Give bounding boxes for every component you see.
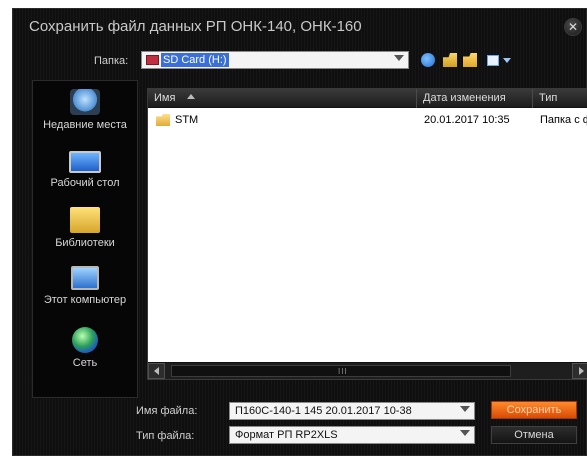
view-menu-chevron-icon[interactable]	[503, 58, 511, 63]
title-bar: Сохранить файл данных РП ОНК-140, ОНК-16…	[13, 9, 586, 43]
place-libraries-label: Библиотеки	[55, 237, 115, 249]
file-row-type: Папка с ф	[540, 114, 587, 126]
horizontal-scrollbar[interactable]: III	[148, 362, 587, 379]
close-button[interactable]: ✕	[564, 18, 582, 36]
column-header-name[interactable]: Имя	[148, 89, 417, 108]
save-button[interactable]: Сохранить	[491, 401, 577, 419]
scrollbar-grip: III	[338, 367, 348, 376]
chevron-down-icon[interactable]	[394, 55, 404, 61]
column-header-date-label: Дата изменения	[423, 92, 506, 104]
navigation-toolbar	[417, 51, 527, 69]
desktop-icon	[69, 151, 101, 173]
file-list: Имя Дата изменения Тип STM 20.01.2017 10…	[147, 88, 587, 380]
filename-input[interactable]: П160С-140-1 145 20.01.2017 10-38	[229, 402, 475, 420]
place-libraries[interactable]: Библиотеки	[33, 207, 137, 249]
folder-dropdown[interactable]: SD Card (H:)	[141, 51, 409, 69]
place-recent-label: Недавние места	[43, 119, 127, 131]
place-network[interactable]: Сеть	[33, 327, 137, 369]
computer-icon	[71, 266, 99, 290]
filetype-label: Тип файла:	[136, 430, 195, 442]
place-network-label: Сеть	[72, 357, 98, 369]
filetype-dropdown[interactable]: Формат РП RP2XLS	[229, 426, 475, 444]
file-list-header: Имя Дата изменения Тип	[148, 89, 587, 108]
back-icon[interactable]	[421, 53, 435, 67]
column-header-name-label: Имя	[154, 92, 176, 104]
folder-label: Папка:	[94, 55, 129, 67]
filename-chevron-down-icon[interactable]	[460, 406, 470, 412]
save-file-dialog: Сохранить файл данных РП ОНК-140, ОНК-16…	[12, 8, 587, 456]
file-row-name: STM	[175, 114, 199, 126]
scrollbar-thumb[interactable]: III	[171, 365, 511, 377]
file-row[interactable]: STM 20.01.2017 10:35 Папка с ф	[148, 111, 587, 129]
place-computer-label: Этот компьютер	[43, 294, 127, 306]
cancel-button[interactable]: Отмена	[491, 426, 577, 444]
recent-places-icon	[70, 89, 100, 115]
scroll-left-button[interactable]	[148, 363, 165, 379]
sd-card-icon	[146, 55, 159, 65]
folder-icon	[156, 114, 170, 126]
filetype-value: Формат РП RP2XLS	[235, 429, 338, 441]
window-title: Сохранить файл данных РП ОНК-140, ОНК-16…	[29, 18, 362, 35]
places-bar: Недавние места Рабочий стол Библиотеки Э…	[32, 80, 138, 398]
scroll-right-button[interactable]	[572, 363, 587, 379]
place-recent[interactable]: Недавние места	[33, 89, 137, 131]
filename-label: Имя файла:	[136, 405, 198, 417]
column-header-type[interactable]: Тип	[533, 89, 587, 108]
filename-value: П160С-140-1 145 20.01.2017 10-38	[235, 405, 412, 417]
libraries-icon	[70, 207, 100, 233]
view-menu-icon[interactable]	[487, 55, 499, 66]
folder-dropdown-value: SD Card (H:)	[161, 53, 229, 67]
new-folder-icon[interactable]	[463, 53, 477, 67]
sort-ascending-icon	[186, 94, 195, 99]
place-desktop[interactable]: Рабочий стол	[33, 151, 137, 189]
column-header-date[interactable]: Дата изменения	[417, 89, 533, 108]
place-computer[interactable]: Этот компьютер	[33, 266, 137, 306]
up-folder-icon[interactable]	[443, 53, 457, 67]
filetype-chevron-down-icon[interactable]	[460, 430, 470, 436]
file-row-date: 20.01.2017 10:35	[424, 114, 510, 126]
network-icon	[72, 327, 98, 353]
place-desktop-label: Рабочий стол	[50, 177, 120, 189]
column-header-type-label: Тип	[539, 92, 558, 104]
